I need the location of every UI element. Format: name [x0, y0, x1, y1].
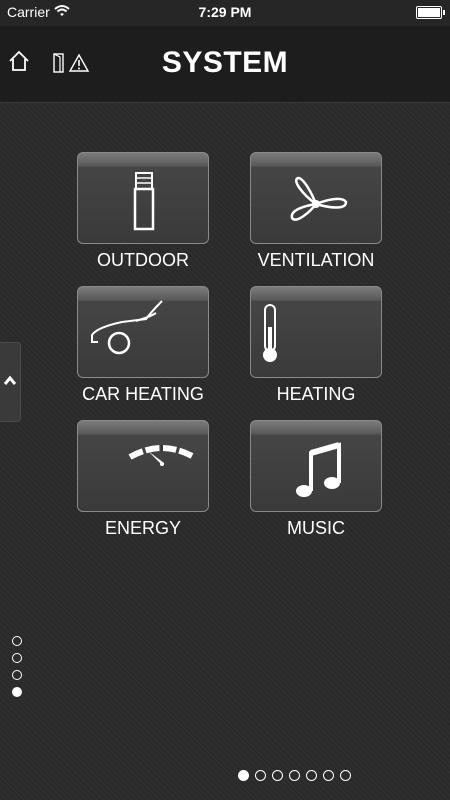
page-title: SYSTEM — [161, 46, 289, 79]
battery-icon — [416, 6, 445, 19]
page-dot[interactable] — [340, 770, 351, 781]
page-dot[interactable] — [12, 670, 22, 680]
fan-icon — [290, 176, 348, 221]
tile-label: OUTDOOR — [97, 250, 189, 270]
header-bar: SYSTEM — [0, 26, 450, 103]
tile-outdoor[interactable]: OUTDOOR — [77, 152, 209, 271]
horizontal-page-indicator — [238, 770, 357, 781]
car-icon — [91, 300, 163, 355]
tile-label: MUSIC — [287, 518, 345, 538]
tile-label: VENTILATION — [257, 250, 375, 270]
tile-label: CAR HEATING — [82, 384, 204, 404]
heating-button[interactable] — [250, 286, 382, 378]
page-dot-active[interactable] — [238, 770, 249, 781]
outdoor-button[interactable] — [77, 152, 209, 244]
music-button[interactable] — [250, 420, 382, 512]
tile-music[interactable]: MUSIC — [250, 420, 382, 539]
page-dot-active[interactable] — [12, 687, 22, 697]
side-drawer-handle[interactable] — [0, 342, 21, 422]
tile-energy[interactable]: ENERGY — [77, 420, 209, 539]
clock: 7:29 PM — [198, 4, 252, 20]
page-dot[interactable] — [255, 770, 266, 781]
page-dot[interactable] — [272, 770, 283, 781]
energy-button[interactable] — [77, 420, 209, 512]
car-heating-button[interactable] — [77, 286, 209, 378]
outdoor-lamp-icon — [133, 172, 155, 231]
tile-heating[interactable]: HEATING — [250, 286, 382, 405]
music-note-icon — [296, 442, 341, 497]
vertical-page-indicator — [12, 636, 22, 704]
thermometer-icon — [263, 304, 277, 362]
page-dot[interactable] — [306, 770, 317, 781]
page-dot[interactable] — [12, 653, 22, 663]
chevron-up-icon — [3, 375, 17, 385]
tile-ventilation[interactable]: VENTILATION — [250, 152, 382, 271]
ventilation-button[interactable] — [250, 152, 382, 244]
tile-label: ENERGY — [104, 518, 182, 538]
tile-car-heating[interactable]: CAR HEATING — [77, 286, 209, 405]
tile-label: HEATING — [276, 384, 356, 404]
page-dot[interactable] — [323, 770, 334, 781]
status-bar: Carrier 7:29 PM — [0, 0, 450, 26]
page-dot[interactable] — [289, 770, 300, 781]
gauge-icon — [128, 445, 196, 466]
page-dot[interactable] — [12, 636, 22, 646]
